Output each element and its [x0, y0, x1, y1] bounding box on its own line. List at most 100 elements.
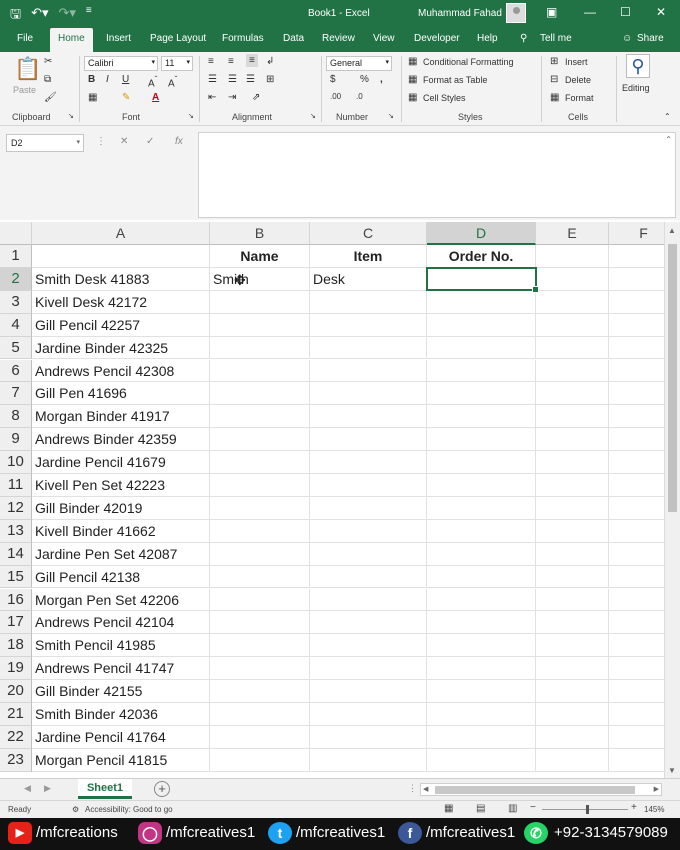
cell[interactable]	[210, 405, 310, 429]
paste-label[interactable]: Paste	[13, 85, 36, 95]
cell[interactable]	[536, 634, 609, 658]
format-as-table-button[interactable]: Format as Table	[423, 75, 487, 85]
undo-icon[interactable]: ↶▾	[31, 5, 48, 27]
worksheet-grid[interactable]: A B C D E F 1 Name Item Order No. 2 Smith Des…	[0, 222, 664, 778]
cell[interactable]	[210, 588, 310, 612]
cell[interactable]	[536, 474, 609, 497]
cell[interactable]	[536, 359, 609, 383]
format-painter-icon[interactable]: 🖌	[44, 92, 57, 103]
cell[interactable]	[609, 382, 664, 406]
cell[interactable]	[310, 519, 427, 543]
bold-icon[interactable]: B	[88, 74, 95, 85]
cell[interactable]	[310, 725, 427, 749]
scroll-left-icon[interactable]: ◀	[423, 785, 428, 793]
cell[interactable]	[310, 680, 427, 703]
row-header[interactable]: 3	[0, 290, 32, 314]
italic-icon[interactable]: I	[106, 74, 109, 85]
cell[interactable]	[210, 565, 310, 589]
cell[interactable]	[427, 313, 536, 337]
scroll-down-icon[interactable]: ▼	[668, 766, 676, 775]
percent-icon[interactable]: %	[360, 74, 369, 85]
cell[interactable]	[310, 313, 427, 337]
cell[interactable]	[427, 405, 536, 429]
cell[interactable]	[609, 451, 664, 474]
row-header[interactable]: 5	[0, 336, 32, 360]
cell[interactable]	[536, 680, 609, 703]
cell[interactable]	[210, 611, 310, 635]
cell[interactable]	[427, 428, 536, 452]
cell[interactable]: Kivell Pen Set 42223	[32, 474, 210, 497]
cell[interactable]: Gill Pencil 42138	[32, 565, 210, 589]
cell[interactable]	[536, 267, 609, 291]
cell[interactable]	[609, 474, 664, 497]
orientation-icon[interactable]: ⇗	[252, 92, 260, 103]
cell[interactable]	[427, 748, 536, 772]
cell[interactable]	[310, 336, 427, 360]
chevron-up-icon[interactable]: ⌃	[665, 135, 672, 144]
sheet-tab-sheet1[interactable]: Sheet1	[78, 779, 132, 799]
align-right-icon[interactable]: ☰	[246, 74, 255, 85]
row-header[interactable]: 22	[0, 725, 32, 749]
cell[interactable]	[609, 268, 664, 291]
active-cell-selection[interactable]	[426, 267, 539, 293]
cell[interactable]	[427, 519, 536, 543]
cell[interactable]	[210, 680, 310, 703]
row-header[interactable]: 2	[0, 267, 32, 291]
cell[interactable]	[210, 474, 310, 497]
cell[interactable]: Jardine Binder 42325	[32, 336, 210, 360]
cell[interactable]	[427, 611, 536, 635]
cell[interactable]: Kivell Binder 41662	[32, 519, 210, 543]
customize-qat-icon[interactable]: ≡	[86, 5, 92, 27]
search-icon[interactable]: ⚲	[626, 54, 650, 78]
cell[interactable]	[210, 428, 310, 452]
number-launcher-icon[interactable]: ↘	[388, 112, 394, 120]
cell[interactable]	[536, 703, 609, 726]
cell[interactable]	[427, 290, 536, 314]
accessibility-status[interactable]: Accessibility: Good to go	[85, 805, 173, 814]
cell[interactable]	[427, 703, 536, 726]
close-icon[interactable]: ✕	[656, 5, 666, 19]
delete-cells-button[interactable]: Delete	[565, 75, 591, 85]
cell[interactable]: Andrews Binder 42359	[32, 428, 210, 452]
cell[interactable]	[536, 519, 609, 543]
insert-function-icon[interactable]: fx	[175, 136, 183, 147]
cell[interactable]	[536, 496, 609, 520]
cell[interactable]	[427, 680, 536, 703]
cell[interactable]	[427, 542, 536, 566]
cell[interactable]	[210, 290, 310, 314]
clipboard-launcher-icon[interactable]: ↘	[68, 112, 74, 120]
font-size-select[interactable]: 11 ▾	[161, 56, 193, 71]
cell[interactable]	[427, 336, 536, 360]
cell[interactable]	[427, 565, 536, 589]
cell[interactable]	[427, 496, 536, 520]
column-header-f[interactable]: F	[609, 222, 664, 245]
cell[interactable]	[536, 657, 609, 681]
scroll-up-icon[interactable]: ▲	[668, 226, 676, 235]
tab-developer[interactable]: Developer	[414, 33, 460, 44]
sheet-prev-icon[interactable]: ◀	[24, 783, 31, 794]
tab-review[interactable]: Review	[322, 33, 355, 44]
row-header[interactable]: 9	[0, 428, 32, 452]
cell[interactable]	[609, 543, 664, 566]
cell[interactable]	[609, 337, 664, 360]
cell[interactable]	[536, 748, 609, 772]
cell[interactable]: Desk	[310, 267, 427, 291]
row-header[interactable]: 4	[0, 313, 32, 337]
select-all-corner[interactable]	[0, 222, 32, 245]
user-name[interactable]: Muhammad Fahad	[418, 8, 502, 19]
cell[interactable]	[310, 703, 427, 726]
editing-button[interactable]: Editing	[622, 83, 650, 93]
tab-formulas[interactable]: Formulas	[222, 33, 264, 44]
decrease-font-icon[interactable]: Aˇ	[168, 74, 177, 89]
cell[interactable]	[310, 611, 427, 635]
column-header-b[interactable]: B	[210, 222, 310, 245]
cell[interactable]: Smith Desk 41883	[32, 267, 210, 291]
cell[interactable]	[609, 634, 664, 658]
row-header[interactable]: 13	[0, 519, 32, 543]
currency-icon[interactable]: $	[330, 74, 336, 85]
cell[interactable]	[210, 519, 310, 543]
ribbon-display-options-icon[interactable]: ▣	[546, 5, 557, 19]
tab-insert[interactable]: Insert	[106, 33, 131, 44]
increase-indent-icon[interactable]: ⇥	[228, 92, 236, 103]
scroll-right-icon[interactable]: ▶	[654, 785, 659, 793]
